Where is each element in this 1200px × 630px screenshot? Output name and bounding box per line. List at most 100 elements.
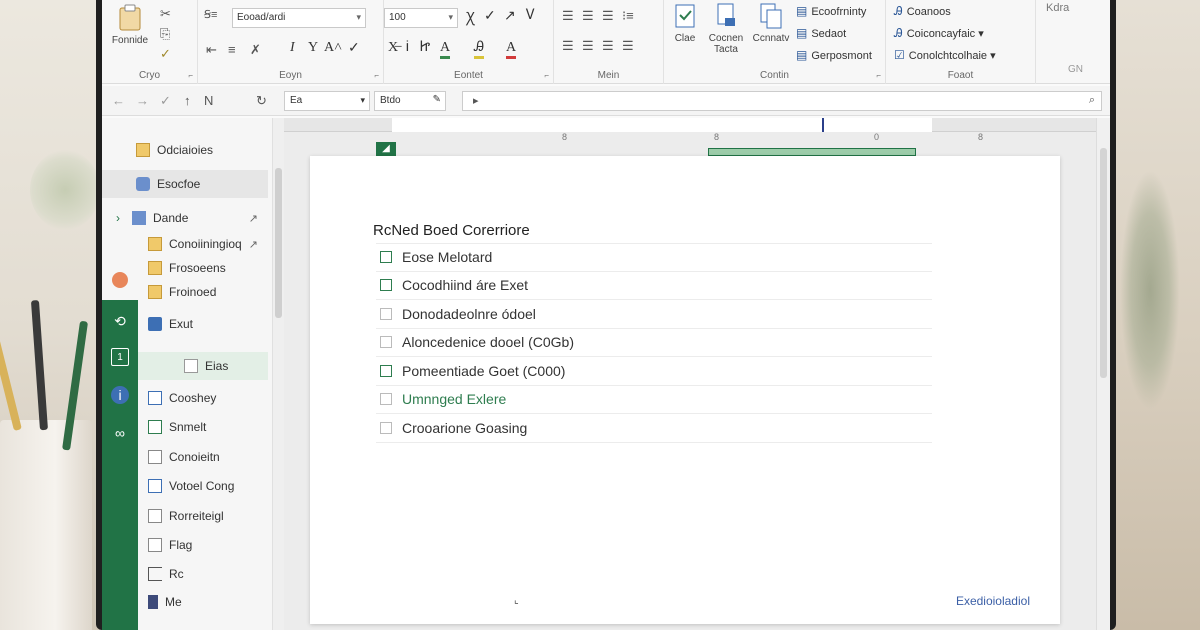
grow-font-button[interactable]: A˄	[324, 40, 342, 56]
n-nav-icon[interactable]: N	[204, 93, 213, 108]
list-style-2[interactable]: ▤ Sedaot	[796, 26, 846, 40]
paste-icon	[119, 4, 141, 31]
text-color-button[interactable]: A	[506, 40, 517, 59]
format-painter-icon[interactable]: ✓	[160, 46, 171, 62]
launch-item-2[interactable]: Ꭿ Coiconcayfaic ▾	[894, 26, 984, 41]
checkbox[interactable]	[380, 336, 392, 349]
launch-group: Ꭿ Coanoos Ꭿ Coiconcayfaic ▾ ☑ Conolchtcolha…	[886, 0, 1036, 84]
select-all-icon[interactable]: ◢	[376, 142, 396, 156]
list-style-3[interactable]: ▤ Gerposmont	[796, 48, 872, 62]
checkbox[interactable]	[380, 251, 392, 264]
paragraph-launcher-icon[interactable]: ⌐	[544, 71, 549, 80]
document-scrollbar[interactable]	[1096, 118, 1110, 630]
selected-range[interactable]	[708, 148, 916, 156]
frame-icon	[148, 509, 162, 523]
paste-button[interactable]: Fonnide	[110, 4, 150, 46]
text-effects-button[interactable]: ✓	[348, 40, 360, 57]
font-size-dropdown[interactable]: 100 ▾	[384, 8, 458, 28]
checkbox[interactable]	[380, 279, 392, 292]
shade-icon[interactable]: Ꮵ	[420, 40, 430, 56]
align-icon[interactable]: ≡	[228, 42, 236, 57]
decrease-indent-icon[interactable]: ⇤	[206, 42, 217, 58]
grow-icon[interactable]: ↗	[504, 8, 516, 25]
clear-icon[interactable]: Ꭓ	[466, 8, 475, 27]
checklist-item[interactable]: Crooarione Goasing	[376, 414, 932, 443]
ccnnatv-button[interactable]: Ccnnatv	[750, 2, 792, 44]
rail-info-icon[interactable]: i	[111, 386, 129, 404]
font-name-chevron-icon: ▾	[356, 12, 361, 22]
pin-icon[interactable]: ↗	[249, 238, 258, 251]
copy-icon[interactable]: ⎘	[160, 26, 170, 42]
checkbox[interactable]	[380, 393, 392, 406]
checkbox[interactable]	[380, 307, 392, 320]
sidebar-item-1[interactable]: Esocfoe	[102, 170, 268, 198]
sort-icon[interactable]: Ꮩ	[526, 8, 535, 24]
strike-icon[interactable]: X̶	[388, 40, 398, 56]
justify-icon[interactable]: ☰	[562, 38, 574, 54]
back-icon[interactable]: ←	[112, 93, 125, 108]
expand-chevron-icon[interactable]: ›	[116, 211, 120, 225]
italic-button[interactable]: I	[290, 40, 295, 56]
rail-orange-dot-icon	[112, 272, 128, 288]
search-input[interactable]: ▸ ⌕	[462, 91, 1102, 111]
image-icon	[148, 420, 162, 434]
checklist-item[interactable]: Umnnged Exlere	[376, 386, 932, 414]
editing-launcher-icon[interactable]: ⌐	[876, 71, 881, 80]
pipe-icon[interactable]: Ꭵ	[406, 40, 409, 56]
indent-icon[interactable]: ☰	[582, 38, 594, 54]
font-style-icon[interactable]: Ꞩ≡	[204, 8, 217, 21]
check-nav-icon[interactable]: ✓	[160, 93, 171, 109]
align-center-icon[interactable]: ☰	[582, 8, 594, 24]
sidebar-scrollbar[interactable]	[272, 118, 284, 630]
launch-item-3[interactable]: ☑ Conolchtcolhaie ▾	[894, 48, 996, 62]
align-left-icon[interactable]: ☰	[562, 8, 574, 24]
checklist-item[interactable]: Donodadeolnre ódoel	[376, 300, 932, 329]
checklist-item-label: Cocodhiind áre Exet	[402, 277, 529, 294]
rail-link-icon[interactable]: ⟲	[111, 312, 129, 330]
sidebar-item-2[interactable]: › Dande ↗	[102, 204, 268, 232]
font-launcher-icon[interactable]: ⌐	[374, 71, 379, 80]
forward-icon[interactable]: →	[136, 93, 149, 108]
clear-format-icon[interactable]: ✗	[250, 42, 261, 58]
checklist-item[interactable]: Cocodhiind áre Exet	[376, 272, 932, 300]
sidebar-item-0[interactable]: Odciaioies	[102, 136, 268, 164]
checkbox[interactable]	[380, 421, 392, 434]
location-box[interactable]: Ea ▾	[284, 91, 370, 111]
align-right-icon[interactable]: ☰	[602, 8, 614, 24]
cocnen-button[interactable]: Cocnen Tacta	[704, 2, 748, 55]
list-icon[interactable]: ⁝≡	[622, 8, 634, 24]
sidebar-item-7[interactable]: Eias	[138, 352, 268, 380]
tab-stop-marker[interactable]	[822, 118, 824, 132]
clipboard-launcher-icon[interactable]: ⌐	[188, 71, 193, 80]
font-name-dropdown[interactable]: Eooad/ardi ▾	[232, 8, 366, 28]
list-style-1[interactable]: ▤ Ecoofrninty	[796, 4, 866, 18]
ruler-mark: 8	[978, 132, 984, 142]
pin-icon[interactable]: ↗	[249, 212, 258, 225]
up-icon[interactable]: ↑	[184, 93, 191, 108]
launch-item-icon: Ꭿ	[894, 4, 903, 18]
refresh-icon[interactable]: ↻	[256, 93, 267, 109]
clae-button[interactable]: Clae	[668, 2, 702, 44]
check-icon[interactable]: ✓	[484, 8, 496, 25]
checklist-item[interactable]: Aloncedenice dooel (C0Gb)	[376, 329, 932, 357]
cut-icon[interactable]: ✂	[160, 6, 171, 22]
sheet-icon	[184, 359, 198, 373]
checklist-item[interactable]: Pomeentiade Goet (C000)	[376, 357, 932, 386]
view-box[interactable]: Btdo ✎	[374, 91, 446, 111]
strike-button[interactable]: Y	[308, 40, 318, 56]
page-footer-text[interactable]: Exedioioladiol	[956, 594, 1030, 608]
launch-item-1[interactable]: Ꭿ Coanoos	[894, 4, 951, 19]
rail-sheet-icon[interactable]: 1	[111, 348, 129, 366]
line-spacing-icon[interactable]: ☰	[622, 38, 634, 54]
checklist-item-label: Donodadeolnre ódoel	[402, 305, 536, 322]
font-color-button[interactable]: A	[440, 40, 451, 59]
checkbox[interactable]	[380, 364, 392, 377]
ribbon: Fonnide ✂ ⎘ ✓ Cryo ⌐ Ꞩ≡ Eooad/ardi ▾ ⇤ ≡…	[102, 0, 1110, 84]
rail-loop-icon[interactable]: ∞	[111, 424, 129, 442]
highlight-button[interactable]: Ꭿ	[474, 40, 485, 59]
search-icon[interactable]: ⌕	[1089, 94, 1095, 107]
sidebar-scroll-thumb[interactable]	[275, 168, 282, 318]
outdent-icon[interactable]: ☰	[602, 38, 614, 54]
document-scroll-thumb[interactable]	[1100, 148, 1107, 378]
checklist-item[interactable]: Eose Melotard	[376, 243, 932, 272]
